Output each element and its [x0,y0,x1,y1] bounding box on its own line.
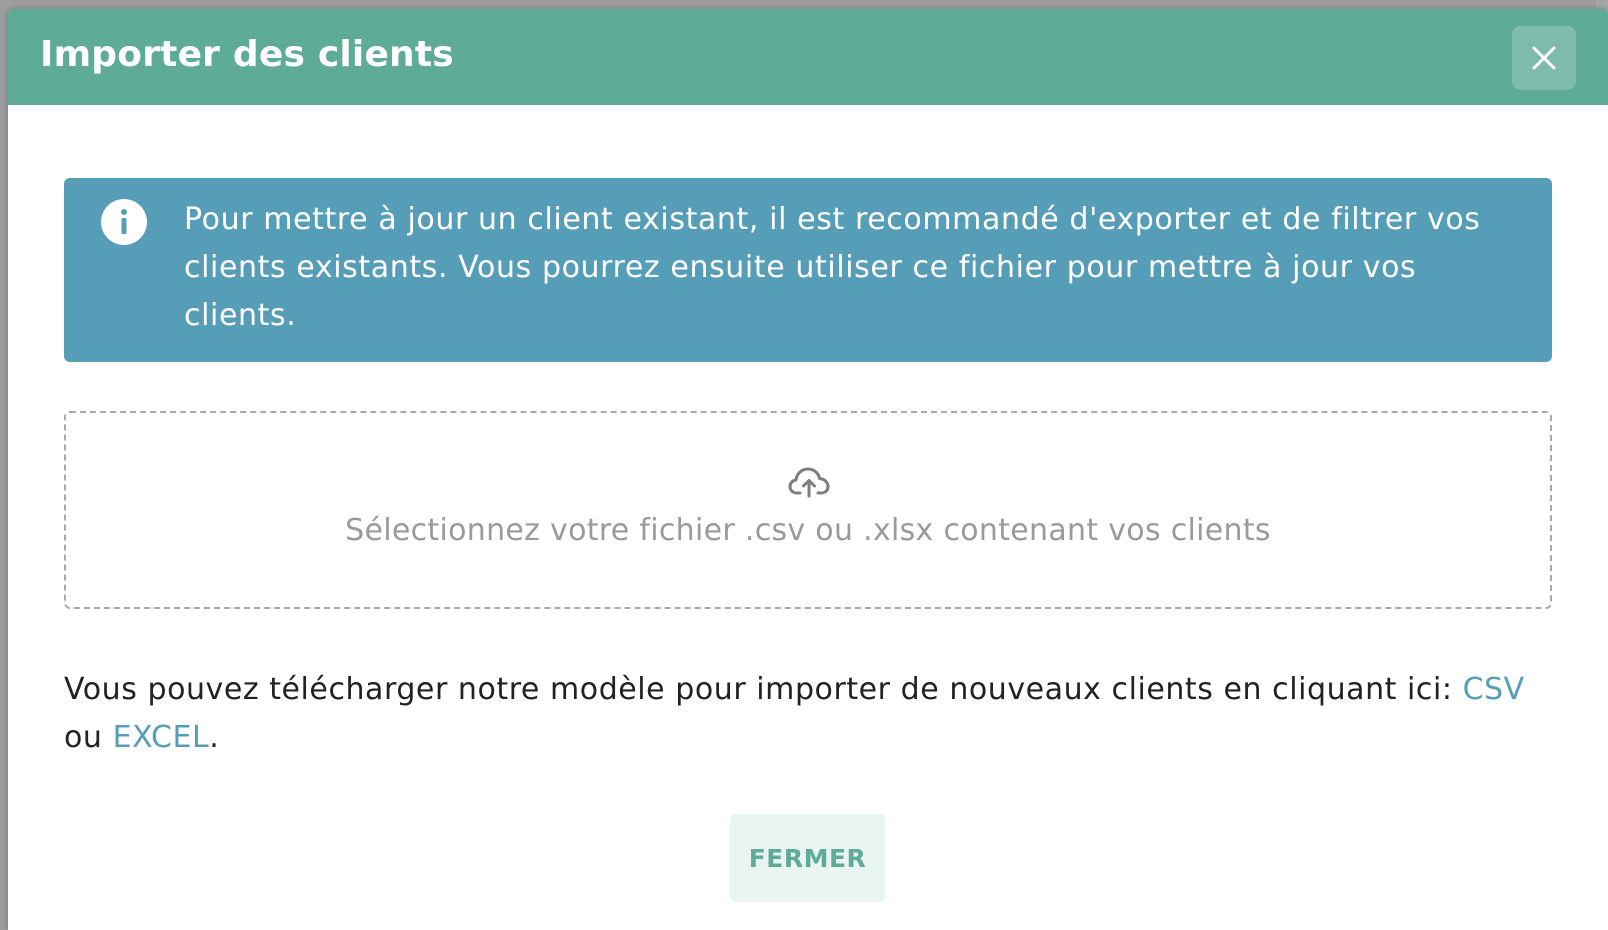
cloud-upload-icon [788,467,830,498]
info-icon [101,199,147,245]
fermer-button[interactable]: FERMER [730,814,885,902]
close-button[interactable] [1512,26,1576,90]
modal-header: Importer des clients [8,9,1608,105]
template-text-before: Vous pouvez télécharger notre modèle pou… [64,672,1463,707]
template-download-text: Vous pouvez télécharger notre modèle pou… [64,666,1564,762]
excel-template-link[interactable]: EXCEL [113,720,210,755]
dropzone-text: Sélectionnez votre fichier .csv ou .xlsx… [345,513,1271,548]
info-text: Pour mettre à jour un client existant, i… [184,202,1481,333]
template-text-between: ou [64,720,113,755]
template-text-after: . [209,720,220,755]
file-dropzone[interactable]: Sélectionnez votre fichier .csv ou .xlsx… [64,411,1552,609]
csv-template-link[interactable]: CSV [1463,672,1525,707]
info-banner: Pour mettre à jour un client existant, i… [64,178,1552,362]
close-icon [1532,46,1556,70]
modal-title: Importer des clients [40,34,454,75]
import-clients-modal: Importer des clients Pour mettre à jour … [8,9,1608,930]
